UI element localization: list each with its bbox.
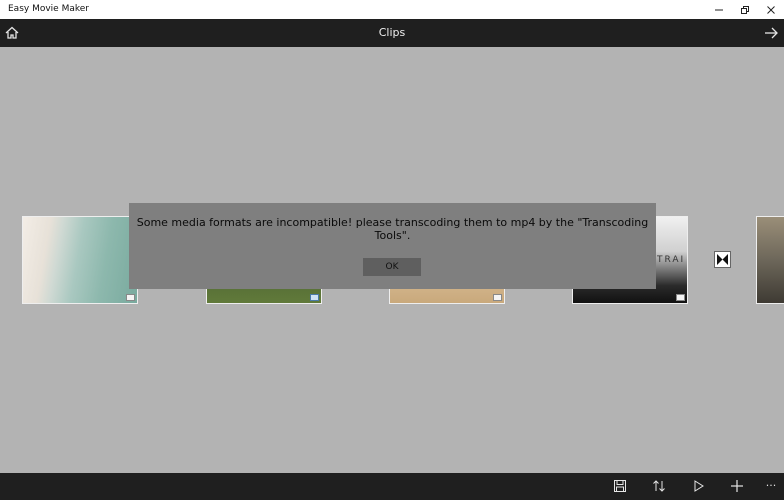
- save-icon: [614, 480, 626, 492]
- incompatible-format-dialog: Some media formats are incompatible! ple…: [129, 203, 656, 289]
- clip-thumbnail-people[interactable]: [756, 216, 784, 304]
- sort-icon: [653, 480, 665, 492]
- restore-button[interactable]: [732, 0, 758, 19]
- clip-thumbnail-beach[interactable]: [22, 216, 138, 304]
- restore-icon: [741, 5, 749, 14]
- clip-overlay-text: TRAI: [657, 255, 686, 265]
- add-icon: [731, 480, 743, 492]
- arrow-right-icon: [765, 27, 778, 39]
- minimize-icon: [715, 9, 723, 10]
- sort-button[interactable]: [651, 478, 667, 494]
- transition-button[interactable]: [714, 251, 731, 268]
- window-titlebar: Easy Movie Maker: [0, 0, 784, 19]
- page-title: Clips: [378, 26, 406, 39]
- app-header: Clips: [0, 19, 784, 47]
- close-button[interactable]: [758, 0, 784, 19]
- transition-icon: [717, 254, 728, 265]
- more-button[interactable]: ···: [763, 478, 779, 494]
- dialog-message: Some media formats are incompatible! ple…: [136, 216, 649, 242]
- ok-button[interactable]: OK: [363, 258, 421, 276]
- window-title: Easy Movie Maker: [8, 4, 89, 14]
- minimize-button[interactable]: [706, 0, 732, 19]
- save-button[interactable]: [612, 478, 628, 494]
- media-icon: [493, 294, 502, 301]
- more-icon: ···: [765, 479, 777, 492]
- image-icon: [310, 294, 319, 301]
- media-icon: [126, 294, 135, 301]
- next-button[interactable]: [763, 25, 779, 41]
- play-icon: [694, 480, 704, 492]
- add-button[interactable]: [729, 478, 745, 494]
- media-icon: [676, 294, 685, 301]
- play-button[interactable]: [690, 478, 706, 494]
- close-icon: [767, 5, 775, 14]
- command-bar: ···: [0, 473, 784, 500]
